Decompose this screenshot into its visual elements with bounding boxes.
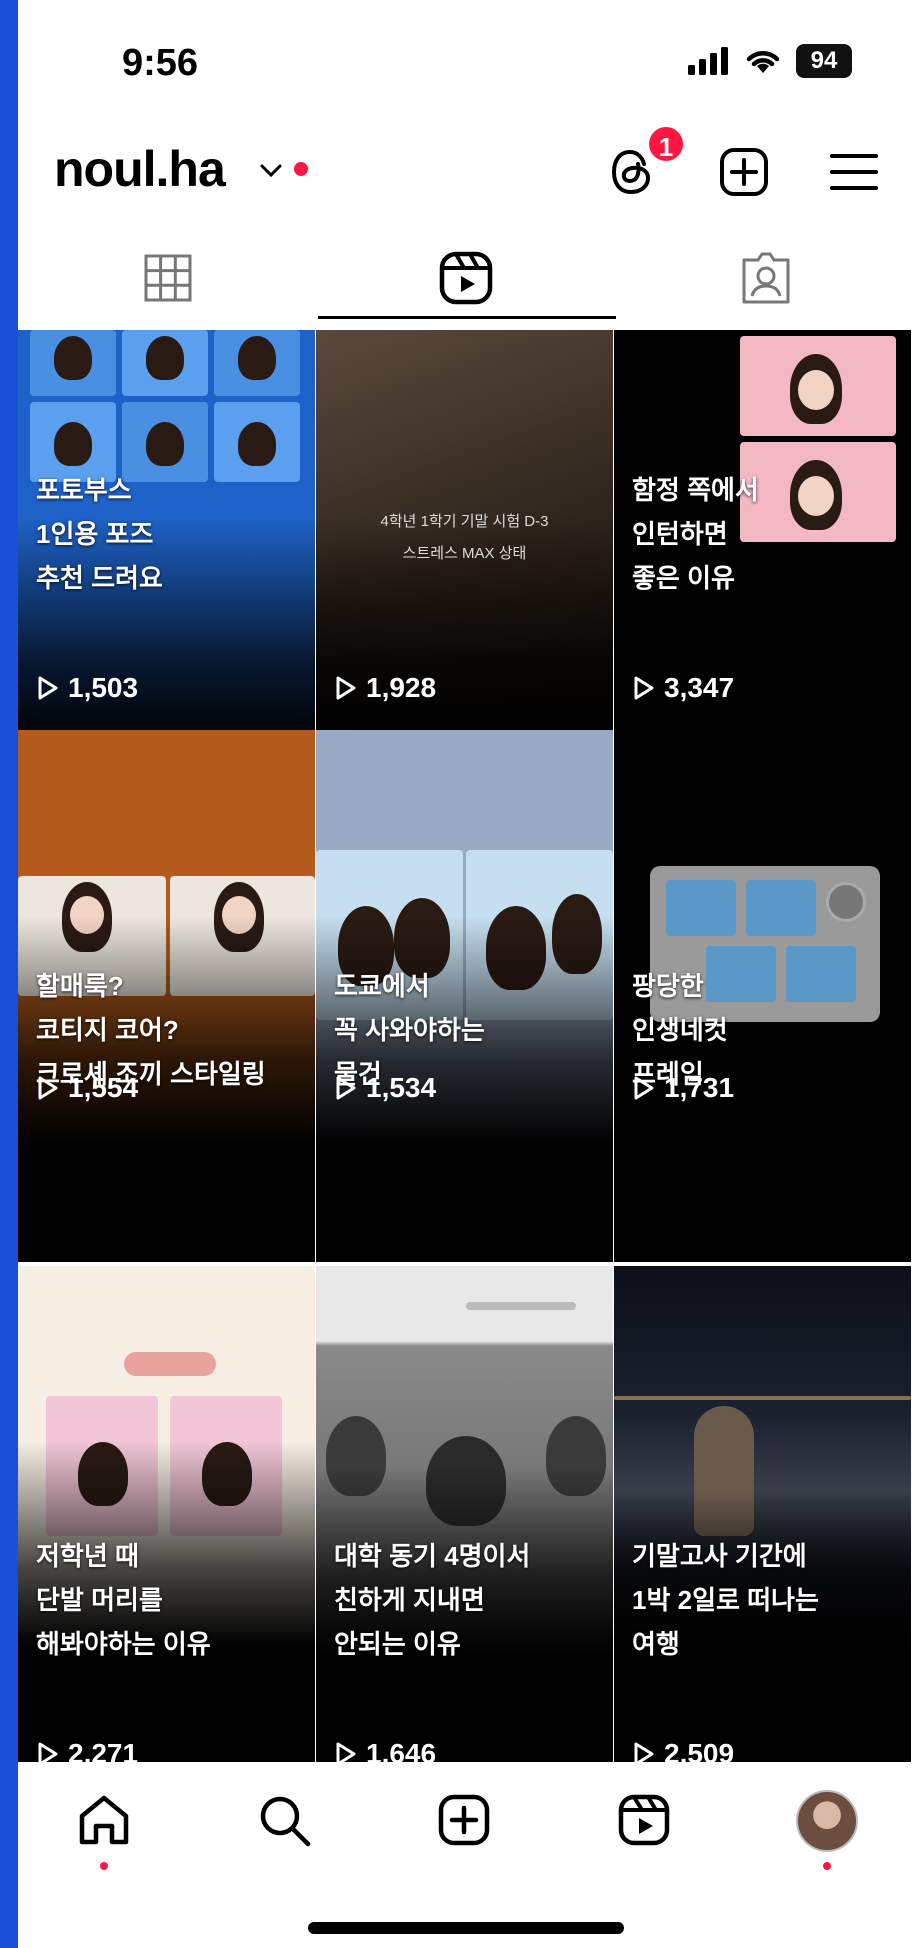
reel-tile[interactable]: 기말고사 기간에 1박 2일로 떠나는 여행 2,509 (614, 1266, 911, 1766)
view-count-value: 1,928 (366, 672, 437, 703)
view-count-value: 1,554 (68, 1072, 139, 1103)
reel-overlay-text: 4학년 1학기 기말 시험 D-3 스트레스 MAX 상태 (380, 513, 549, 562)
profile-header: noul.ha (18, 130, 912, 220)
active-tab-indicator (318, 316, 616, 319)
notification-dot (294, 162, 308, 176)
reel-tile[interactable]: 대학 동기 4명이서 친하게 지내면 안되는 이유 1,646 (316, 1266, 613, 1766)
signal-icon (688, 47, 728, 75)
plus-square-icon[interactable] (716, 144, 772, 200)
play-icon (634, 1076, 654, 1100)
status-bar: 9:56 94 (18, 0, 912, 120)
play-icon (336, 676, 356, 700)
bottom-navigation (18, 1762, 912, 1948)
reels-grid: 포토부스 1인용 포즈 추천 드려요 1,503 4학년 1학기 기말 시험 D… (18, 330, 912, 1766)
reels-icon[interactable] (436, 248, 496, 308)
reel-caption: 대학 동기 4명이서 친하게 지내면 안되는 이유 (334, 1541, 531, 1659)
reel-caption: 포토부스 1인용 포즈 추천 드려요 (36, 475, 163, 593)
reel-tile[interactable]: 팡당한 인생네컷 프레임 1,731 (614, 730, 911, 1262)
profile-notification-dot (823, 1862, 831, 1870)
view-count: 1,503 (36, 672, 138, 704)
username[interactable]: noul.ha (54, 140, 226, 198)
chevron-down-icon[interactable] (258, 162, 284, 180)
grid-icon[interactable] (138, 248, 198, 308)
view-count: 1,554 (36, 1072, 138, 1104)
home-notification-dot (100, 1862, 108, 1870)
status-time: 9:56 (122, 42, 199, 84)
view-count-value: 1,731 (664, 1072, 735, 1103)
reel-tile[interactable]: 할매룩? 코티지 코어? 크로셰 조끼 스타일링 1,554 (18, 730, 315, 1262)
threads-badge: 1 (646, 124, 686, 164)
view-count: 1,534 (334, 1072, 436, 1104)
reel-tile[interactable]: 저학년 때 단발 머리를 해봐야하는 이유 2,271 (18, 1266, 315, 1766)
play-icon (38, 676, 58, 700)
home-icon[interactable] (74, 1790, 134, 1850)
screen: 9:56 94 noul.ha 1 포토부스 1인용 포즈 추천 드려요 1,5… (18, 0, 912, 1948)
hamburger-menu-icon[interactable] (826, 144, 882, 200)
view-count-value: 3,347 (664, 672, 735, 703)
play-icon (336, 1076, 356, 1100)
reel-caption: 저학년 때 단발 머리를 해봐야하는 이유 (36, 1541, 211, 1659)
profile-avatar[interactable] (796, 1790, 858, 1852)
reel-tile[interactable]: 도쿄에서 꼭 사와야하는 물건 1,534 (316, 730, 613, 1262)
tagged-person-icon[interactable] (736, 248, 796, 308)
view-count: 1,928 (334, 672, 436, 704)
reel-caption: 기말고사 기간에 1박 2일로 떠나는 여행 (632, 1541, 819, 1659)
home-indicator (308, 1922, 624, 1934)
battery-indicator: 94 (796, 44, 852, 78)
view-count: 1,731 (632, 1072, 734, 1104)
reels-icon[interactable] (614, 1790, 674, 1850)
profile-tabs (18, 240, 912, 320)
add-post-icon[interactable] (434, 1790, 494, 1850)
view-count-value: 1,503 (68, 672, 139, 703)
wifi-icon (746, 51, 780, 73)
search-icon[interactable] (254, 1790, 314, 1850)
play-icon (38, 1076, 58, 1100)
view-count: 3,347 (632, 672, 734, 704)
status-icons: 94 (686, 44, 852, 78)
view-count-value: 1,534 (366, 1072, 437, 1103)
reel-caption: 함정 쪽에서 인턴하면 좋은 이유 (632, 475, 759, 593)
play-icon (634, 676, 654, 700)
